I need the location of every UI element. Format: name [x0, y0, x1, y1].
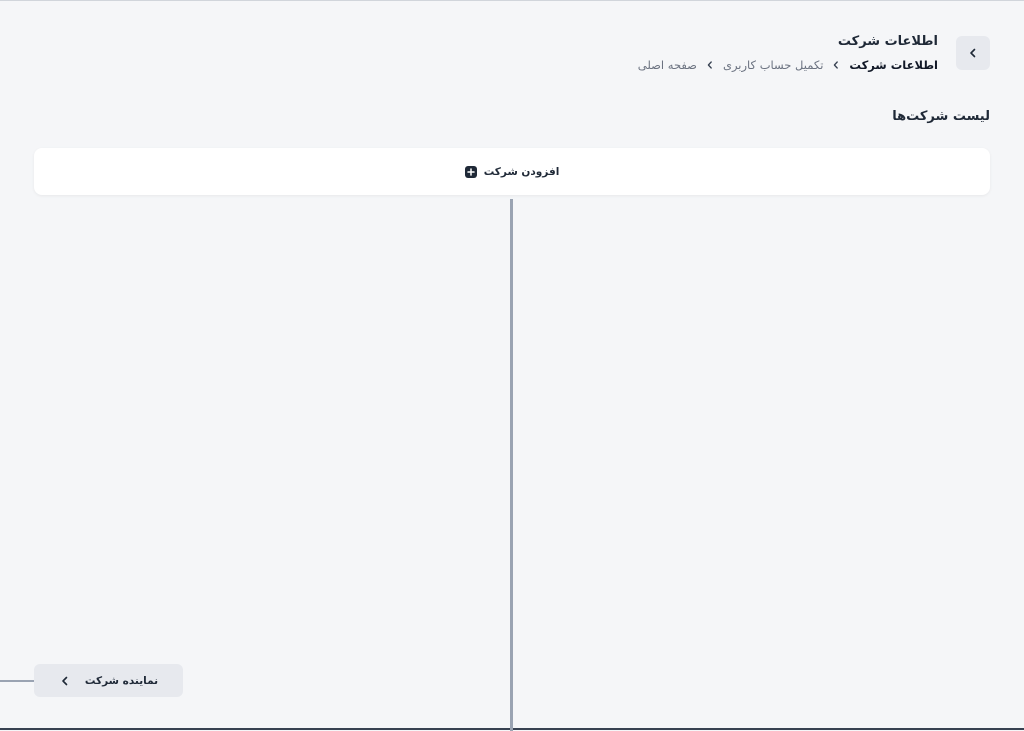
chevron-left-icon [705, 60, 715, 70]
add-company-button[interactable]: افزودن شرکت [34, 148, 990, 195]
breadcrumb-complete-account[interactable]: تکمیل حساب کاربری [723, 58, 823, 72]
representative-label: نماینده شرکت [84, 674, 159, 687]
chevron-left-icon [970, 48, 976, 58]
page: اطلاعات شرکت صفحه اصلی تکمیل حساب کاربری… [0, 0, 1024, 731]
tree-connector-vertical [510, 199, 513, 731]
section-title: لیست شرکت‌ها [892, 109, 990, 124]
page-title: اطلاعات شرکت [837, 34, 938, 49]
company-representative-node[interactable]: نماینده شرکت [34, 664, 183, 697]
back-button[interactable] [956, 36, 990, 70]
chevron-left-icon [62, 676, 68, 685]
breadcrumb-current: اطلاعات شرکت [849, 58, 938, 72]
chevron-left-icon [831, 60, 841, 70]
breadcrumb: صفحه اصلی تکمیل حساب کاربری اطلاعات شرکت [638, 56, 938, 74]
breadcrumb-home[interactable]: صفحه اصلی [638, 58, 697, 72]
add-company-label: افزودن شرکت [483, 165, 560, 178]
add-company-content: افزودن شرکت [464, 165, 560, 178]
plus-icon [464, 165, 477, 178]
tree-connector-horizontal [0, 680, 34, 682]
